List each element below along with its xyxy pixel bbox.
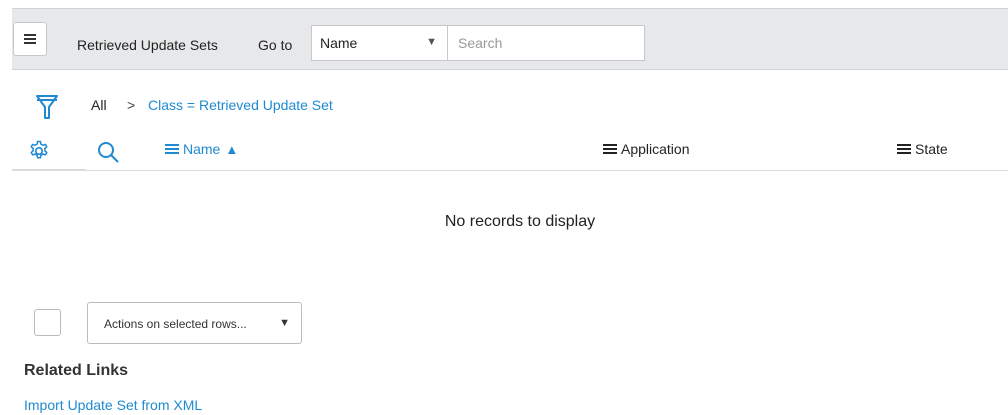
column-header-application[interactable]: Application (603, 141, 690, 157)
column-header-divider (12, 170, 1008, 171)
gear-icon[interactable] (28, 140, 50, 162)
goto-field-value: Name (320, 35, 358, 51)
sort-ascending-icon: ▲ (225, 141, 239, 157)
breadcrumb-condition[interactable]: Class = Retrieved Update Set (148, 97, 333, 113)
related-links-heading: Related Links (24, 362, 129, 379)
actions-select-label: Actions on selected rows... (104, 317, 247, 331)
goto-label: Go to (258, 37, 293, 53)
column-menu-icon[interactable] (165, 144, 179, 154)
breadcrumb-all[interactable]: All (91, 97, 107, 113)
column-menu-icon[interactable] (897, 144, 911, 154)
import-update-set-link[interactable]: Import Update Set from XML (24, 397, 202, 413)
list-context-menu-button[interactable] (13, 22, 47, 56)
column-label: State (915, 141, 948, 157)
page-title: Retrieved Update Sets (77, 37, 218, 53)
breadcrumb-separator: > (127, 97, 136, 113)
dropdown-arrow-icon: ▼ (426, 36, 437, 48)
search-input[interactable] (447, 25, 645, 61)
empty-list-message: No records to display (444, 213, 596, 230)
dropdown-arrow-icon: ▼ (279, 317, 290, 329)
select-all-checkbox[interactable] (34, 309, 61, 336)
column-header-state[interactable]: State (897, 141, 948, 157)
actions-on-selected-rows-select[interactable]: Actions on selected rows... ▼ (87, 302, 302, 344)
hamburger-icon (24, 34, 36, 44)
goto-field-select[interactable]: Name ▼ (311, 25, 448, 61)
column-label: Name (183, 141, 221, 157)
column-menu-icon[interactable] (603, 144, 617, 154)
search-icon[interactable] (96, 140, 120, 164)
column-header-name[interactable]: Name ▲ (165, 141, 238, 157)
filter-icon[interactable] (34, 92, 60, 122)
column-label: Application (621, 141, 690, 157)
